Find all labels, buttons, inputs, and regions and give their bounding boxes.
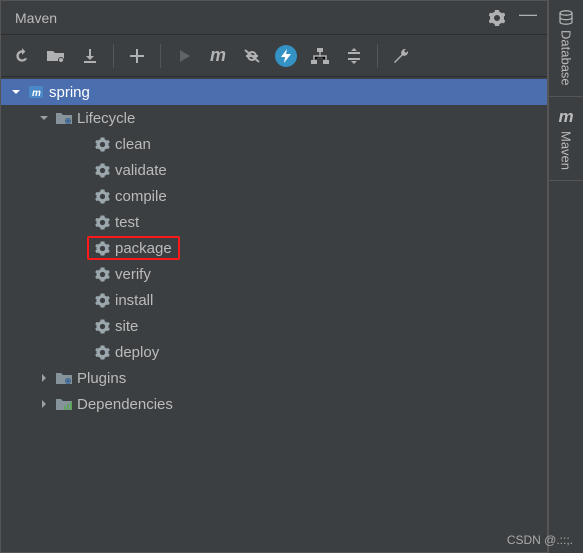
phase-label: validate — [113, 162, 167, 179]
collapse-icon[interactable] — [341, 43, 367, 69]
tree-label: Dependencies — [75, 396, 173, 413]
side-tab-label: Maven — [559, 131, 574, 170]
gear-icon[interactable] — [489, 10, 505, 26]
tree-dependencies[interactable]: Dependencies — [1, 391, 547, 417]
side-tab-database[interactable]: Database — [549, 0, 583, 97]
tree-label: Plugins — [75, 370, 126, 387]
folder-chart-icon — [53, 397, 75, 411]
m-icon[interactable]: m — [205, 43, 231, 69]
toolbar-divider — [160, 44, 161, 68]
phase-install[interactable]: install — [1, 287, 547, 313]
phase-package[interactable]: package — [1, 235, 547, 261]
phase-label: deploy — [113, 344, 159, 361]
gear-icon — [91, 241, 113, 256]
phase-label: test — [113, 214, 139, 231]
phase-verify[interactable]: verify — [1, 261, 547, 287]
tree-label: spring — [47, 84, 90, 101]
folder-gear-icon — [53, 371, 75, 385]
chevron-right-icon — [35, 373, 53, 383]
tree-plugins[interactable]: Plugins — [1, 365, 547, 391]
right-tool-strip: Database m Maven — [548, 0, 583, 553]
wrench-icon[interactable] — [388, 43, 414, 69]
skip-tests-icon[interactable] — [239, 43, 265, 69]
gear-icon — [91, 319, 113, 334]
folder-gear-icon — [53, 111, 75, 125]
gear-icon — [91, 163, 113, 178]
phase-label: install — [113, 292, 153, 309]
phase-label: verify — [113, 266, 151, 283]
watermark: CSDN @.::;. — [507, 533, 573, 547]
folder-gear-icon[interactable] — [43, 43, 69, 69]
maven-tool-window: Maven — m — [0, 0, 548, 553]
chevron-down-icon — [35, 113, 53, 123]
offline-icon[interactable] — [273, 43, 299, 69]
play-icon[interactable] — [171, 43, 197, 69]
gear-icon — [91, 215, 113, 230]
chevron-down-icon — [7, 87, 25, 97]
phase-deploy[interactable]: deploy — [1, 339, 547, 365]
phase-validate[interactable]: validate — [1, 157, 547, 183]
gear-icon — [91, 189, 113, 204]
side-tab-label: Database — [559, 30, 574, 86]
panel-title: Maven — [15, 10, 57, 26]
maven-icon: m — [558, 107, 573, 127]
phase-site[interactable]: site — [1, 313, 547, 339]
phase-clean[interactable]: clean — [1, 131, 547, 157]
gear-icon — [91, 267, 113, 282]
maven-module-icon: m — [25, 84, 47, 100]
reload-icon[interactable] — [9, 43, 35, 69]
side-tab-maven[interactable]: m Maven — [549, 97, 583, 181]
phase-label: clean — [113, 136, 151, 153]
phase-label: compile — [113, 188, 167, 205]
tree-root-spring[interactable]: m spring — [1, 79, 547, 105]
phase-label: site — [113, 318, 138, 335]
database-icon — [558, 10, 574, 26]
svg-text:m: m — [32, 88, 41, 99]
deps-graph-icon[interactable] — [307, 43, 333, 69]
tree-label: Lifecycle — [75, 110, 135, 127]
maven-toolbar: m — [1, 35, 547, 77]
gear-icon — [91, 293, 113, 308]
toolbar-divider — [113, 44, 114, 68]
gear-icon — [91, 345, 113, 360]
add-icon[interactable] — [124, 43, 150, 69]
gear-icon — [91, 137, 113, 152]
tool-window-header: Maven — — [1, 1, 547, 35]
chevron-right-icon — [35, 399, 53, 409]
toolbar-divider — [377, 44, 378, 68]
phase-test[interactable]: test — [1, 209, 547, 235]
maven-tree: m spring Lifecycle clean validate compile t… — [1, 77, 547, 552]
phase-label: package — [113, 240, 172, 257]
minimize-icon[interactable]: — — [519, 4, 537, 25]
download-icon[interactable] — [77, 43, 103, 69]
header-actions: — — [489, 7, 537, 28]
phase-compile[interactable]: compile — [1, 183, 547, 209]
tree-lifecycle[interactable]: Lifecycle — [1, 105, 547, 131]
